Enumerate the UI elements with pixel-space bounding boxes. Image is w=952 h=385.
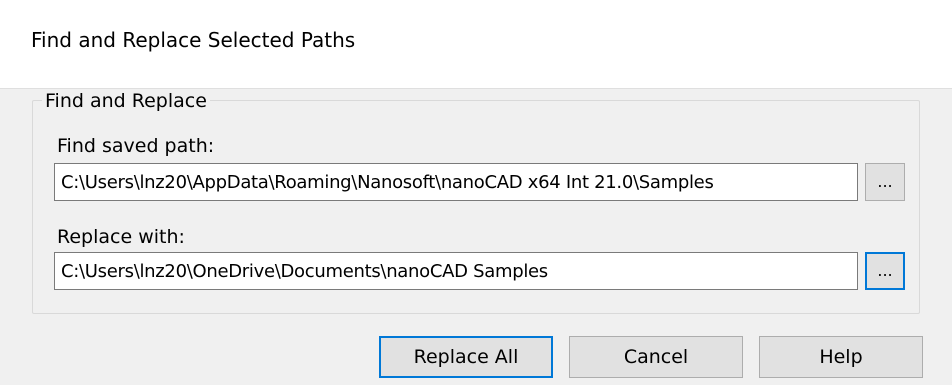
dialog-title: Find and Replace Selected Paths — [31, 28, 356, 52]
replace-all-button[interactable]: Replace All — [379, 336, 553, 378]
find-path-browse-button[interactable]: ... — [865, 163, 905, 201]
replace-path-browse-button[interactable]: ... — [865, 252, 905, 290]
find-replace-dialog: Find and Replace Selected Paths Find and… — [0, 0, 952, 385]
find-path-input[interactable] — [54, 163, 858, 201]
dialog-title-bar[interactable]: Find and Replace Selected Paths — [0, 0, 952, 88]
group-legend: Find and Replace — [42, 90, 210, 112]
help-button[interactable]: Help — [759, 336, 923, 378]
find-path-label: Find saved path: — [57, 135, 215, 157]
replace-path-input[interactable] — [54, 252, 858, 290]
cancel-button[interactable]: Cancel — [569, 336, 743, 378]
replace-path-label: Replace with: — [57, 226, 185, 248]
